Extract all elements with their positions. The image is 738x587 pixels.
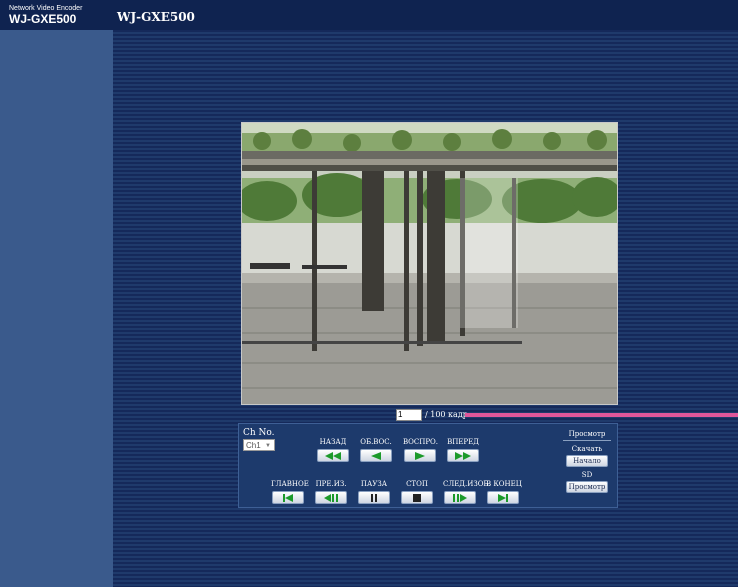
skip-start-control: ГЛАВНОЕ (271, 479, 309, 504)
pause-button[interactable] (358, 491, 390, 504)
page-title: WJ-GXE500 (117, 10, 195, 24)
playback-progress-bar[interactable] (465, 413, 738, 417)
next-frame-icon (453, 493, 467, 502)
brand-model: WJ-GXE500 (9, 12, 77, 26)
top-bar: Network Video Encoder WJ-GXE500 WJ-GXE50… (0, 0, 738, 30)
sd-label: SD (581, 471, 593, 479)
reverse-play-icon (371, 451, 381, 460)
stop-icon (413, 493, 421, 502)
previous-frame-button[interactable] (315, 491, 347, 504)
playback-control-panel: Ch No. Ch1 ▼ НАЗАД ОБ.ВОС. ВОСПРО. ВПЕРЕ… (238, 423, 618, 508)
view-title: Просмотр (568, 430, 606, 438)
skip-start-icon (283, 493, 293, 502)
skip-start-label: ГЛАВНОЕ (271, 480, 309, 488)
skip-start-button[interactable] (272, 491, 304, 504)
channel-label: Ch No. (243, 428, 275, 438)
stop-button[interactable] (401, 491, 433, 504)
play-control: ВОСПРО. (403, 437, 439, 462)
video-viewer (241, 122, 618, 405)
play-icon (415, 451, 425, 460)
skip-end-label: В КОНЕЦ (486, 480, 522, 488)
fast-forward-button[interactable] (447, 449, 479, 462)
fast-forward-control: ВПЕРЕД (446, 437, 480, 462)
previous-frame-icon (324, 493, 338, 502)
skip-end-button[interactable] (487, 491, 519, 504)
play-label: ВОСПРО. (403, 438, 439, 446)
download-label: Скачать (571, 445, 603, 453)
rewind-label: НАЗАД (319, 438, 347, 446)
pause-control: ПАУЗА (357, 479, 391, 504)
fast-forward-label: ВПЕРЕД (447, 438, 479, 446)
skip-end-control: В КОНЕЦ (486, 479, 522, 504)
frame-total-label: / 100 кадр (425, 410, 468, 419)
previous-frame-control: ПРЕ.ИЗ. (314, 479, 348, 504)
brand-logo: Network Video Encoder WJ-GXE500 (9, 4, 119, 25)
fast-rewind-icon (325, 451, 341, 460)
sidebar (0, 30, 113, 587)
start-download-button[interactable]: Начало (566, 455, 608, 467)
channel-select-value: Ch1 (246, 441, 261, 450)
next-frame-label: СЛЕД.ИЗОБ. (443, 480, 491, 488)
sd-view-button[interactable]: Просмотр (566, 481, 608, 493)
stop-control: СТОП (400, 479, 434, 504)
surveillance-image (242, 123, 617, 404)
previous-frame-label: ПРЕ.ИЗ. (315, 480, 347, 488)
chevron-down-icon: ▼ (265, 443, 271, 449)
next-frame-button[interactable] (444, 491, 476, 504)
stop-label: СТОП (406, 480, 428, 488)
frame-number-input[interactable]: 1 (396, 409, 422, 421)
divider (563, 440, 611, 441)
rewind-button[interactable] (317, 449, 349, 462)
channel-select[interactable]: Ch1 ▼ (243, 439, 275, 451)
reverse-play-label: ОБ.ВОС. (360, 438, 392, 446)
rewind-control: НАЗАД (316, 437, 350, 462)
next-frame-control: СЛЕД.ИЗОБ. (443, 479, 491, 504)
skip-end-icon (498, 493, 508, 502)
pause-icon (371, 493, 377, 502)
reverse-play-button[interactable] (360, 449, 392, 462)
view-download-panel: Просмотр Скачать Начало SD Просмотр (559, 430, 615, 497)
play-button[interactable] (404, 449, 436, 462)
reverse-play-control: ОБ.ВОС. (359, 437, 393, 462)
pause-label: ПАУЗА (360, 480, 388, 488)
fast-forward-icon (455, 451, 471, 460)
